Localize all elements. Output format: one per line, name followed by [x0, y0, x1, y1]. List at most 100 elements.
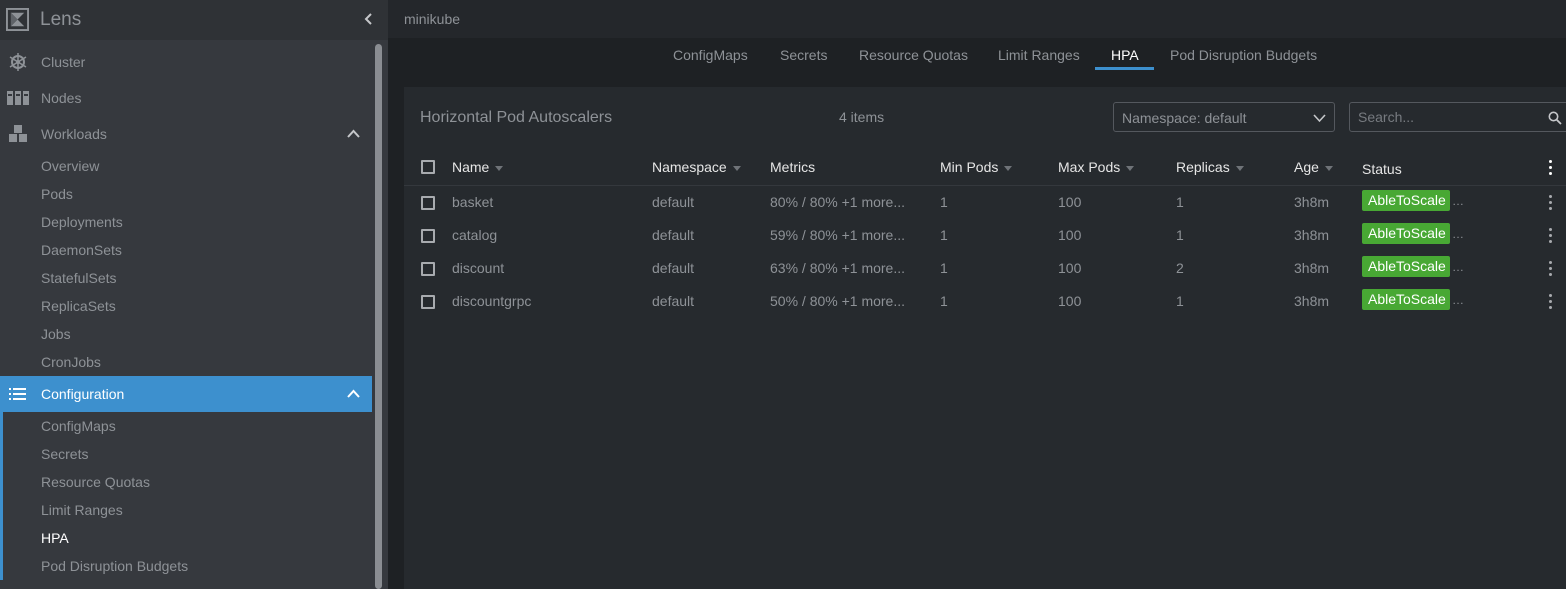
cell-max-pods: 100 — [1058, 227, 1082, 243]
table-row[interactable]: basket default 80% / 80% +1 more... 1 10… — [404, 186, 1566, 219]
table-row[interactable]: discountgrpc default 50% / 80% +1 more..… — [404, 285, 1566, 318]
sidebar-subitem-label: ConfigMaps — [41, 418, 116, 434]
sidebar-subitem-label: Deployments — [41, 214, 123, 230]
sidebar: Lens Cluster Nodes Workloads Overview Po… — [0, 0, 388, 589]
status-badge: AbleToScale — [1362, 256, 1450, 277]
sidebar-subitem-daemonsets[interactable]: DaemonSets — [0, 236, 372, 264]
column-header-status: Status — [1362, 161, 1402, 177]
collapse-sidebar-icon[interactable] — [362, 12, 376, 26]
sidebar-subitem-pods[interactable]: Pods — [0, 180, 372, 208]
row-menu-kebab-icon[interactable] — [1549, 261, 1553, 277]
table-menu-kebab-icon[interactable] — [1549, 160, 1553, 176]
lens-logo-icon — [6, 8, 29, 31]
sidebar-subitem-label: CronJobs — [41, 354, 101, 370]
sidebar-item-configuration[interactable]: Configuration — [0, 376, 372, 412]
sidebar-item-workloads[interactable]: Workloads — [0, 116, 372, 152]
sidebar-item-cluster[interactable]: Cluster — [0, 44, 372, 80]
sidebar-subitem-limit-ranges[interactable]: Limit Ranges — [0, 496, 372, 524]
row-menu-kebab-icon[interactable] — [1549, 294, 1553, 310]
search-icon[interactable] — [1548, 111, 1562, 125]
column-header-label: Min Pods — [940, 159, 999, 175]
sidebar-subitem-hpa[interactable]: HPA — [0, 524, 372, 552]
sidebar-item-label: Cluster — [41, 54, 86, 70]
namespace-select[interactable]: Namespace: default — [1113, 102, 1335, 132]
sidebar-item-nodes[interactable]: Nodes — [0, 80, 372, 116]
sidebar-subitem-label: Limit Ranges — [41, 502, 123, 518]
row-checkbox[interactable] — [421, 295, 435, 309]
top-bar: minikube — [388, 0, 1566, 38]
cell-replicas: 1 — [1176, 293, 1184, 309]
sidebar-subitem-label: ReplicaSets — [41, 298, 116, 314]
row-menu-kebab-icon[interactable] — [1549, 195, 1553, 211]
row-checkbox[interactable] — [421, 196, 435, 210]
sidebar-item-label: Nodes — [41, 90, 82, 106]
items-count: 4 items — [839, 109, 885, 125]
column-header-label: Replicas — [1176, 159, 1230, 175]
cell-name: discountgrpc — [452, 293, 532, 309]
cell-metrics: 59% / 80% +1 more... — [770, 227, 906, 243]
tab-hpa[interactable]: HPA — [1111, 47, 1139, 63]
row-checkbox[interactable] — [421, 262, 435, 276]
column-header-replicas[interactable]: Replicas — [1176, 159, 1244, 175]
sort-caret-icon — [495, 165, 504, 171]
column-header-label: Status — [1362, 161, 1402, 177]
table-header: Name Namespace Metrics Min Pods Max Pods… — [404, 149, 1566, 186]
cell-max-pods: 100 — [1058, 293, 1082, 309]
sidebar-subitem-configmaps[interactable]: ConfigMaps — [0, 412, 372, 440]
search-box[interactable] — [1349, 102, 1566, 132]
sidebar-subitem-secrets[interactable]: Secrets — [0, 440, 372, 468]
sidebar-subitem-deployments[interactable]: Deployments — [0, 208, 372, 236]
cell-replicas: 2 — [1176, 260, 1184, 276]
sidebar-subitem-label: Overview — [41, 158, 100, 174]
search-input[interactable] — [1358, 108, 1538, 126]
column-header-namespace[interactable]: Namespace — [652, 159, 741, 175]
sidebar-subitem-label: DaemonSets — [41, 242, 122, 258]
tab-pod-disruption-budgets[interactable]: Pod Disruption Budgets — [1170, 47, 1317, 63]
row-checkbox[interactable] — [421, 229, 435, 243]
status-more-ellipsis: … — [1452, 194, 1464, 208]
tab-limit-ranges[interactable]: Limit Ranges — [998, 47, 1080, 63]
cell-namespace: default — [652, 194, 695, 210]
sidebar-subitem-jobs[interactable]: Jobs — [0, 320, 372, 348]
namespace-select-value: Namespace: default — [1122, 110, 1247, 126]
table-row[interactable]: catalog default 59% / 80% +1 more... 1 1… — [404, 219, 1566, 252]
column-header-label: Age — [1294, 159, 1319, 175]
cell-namespace: default — [652, 293, 695, 309]
column-header-min-pods[interactable]: Min Pods — [940, 159, 1013, 175]
sidebar-scrollbar[interactable] — [375, 44, 382, 589]
cell-min-pods: 1 — [940, 194, 948, 210]
column-header-label: Metrics — [770, 159, 816, 175]
sidebar-subitem-label: StatefulSets — [41, 270, 117, 286]
column-header-name[interactable]: Name — [452, 159, 504, 175]
table-row[interactable]: discount default 63% / 80% +1 more... 1 … — [404, 252, 1566, 285]
sidebar-subitem-pod-disruption-budgets[interactable]: Pod Disruption Budgets — [0, 552, 372, 580]
cell-min-pods: 1 — [940, 227, 948, 243]
sidebar-subitem-replicasets[interactable]: ReplicaSets — [0, 292, 372, 320]
sidebar-subitem-statefulsets[interactable]: StatefulSets — [0, 264, 372, 292]
select-all-checkbox[interactable] — [421, 160, 435, 174]
cell-age: 3h8m — [1294, 293, 1330, 309]
chevron-up-icon[interactable] — [347, 388, 360, 400]
column-header-metrics: Metrics — [770, 159, 815, 175]
cell-namespace: default — [652, 260, 695, 276]
cell-replicas: 1 — [1176, 227, 1184, 243]
sidebar-subitem-resource-quotas[interactable]: Resource Quotas — [0, 468, 372, 496]
tab-secrets[interactable]: Secrets — [780, 47, 827, 63]
tab-configmaps[interactable]: ConfigMaps — [673, 47, 748, 63]
hpa-panel: Horizontal Pod Autoscalers 4 items Names… — [404, 87, 1566, 589]
status-badge: AbleToScale — [1362, 223, 1450, 244]
chevron-up-icon[interactable] — [347, 128, 360, 140]
column-header-max-pods[interactable]: Max Pods — [1058, 159, 1135, 175]
status-badge: AbleToScale — [1362, 190, 1450, 211]
tab-bar: ConfigMaps Secrets Resource Quotas Limit… — [388, 38, 1566, 72]
sidebar-subitem-overview[interactable]: Overview — [0, 152, 372, 180]
sidebar-subitem-label: Resource Quotas — [41, 474, 150, 490]
row-menu-kebab-icon[interactable] — [1549, 228, 1553, 244]
column-header-age[interactable]: Age — [1294, 159, 1333, 175]
panel-title: Horizontal Pod Autoscalers — [420, 109, 613, 126]
cell-replicas: 1 — [1176, 194, 1184, 210]
tab-resource-quotas[interactable]: Resource Quotas — [859, 47, 968, 63]
sidebar-subitem-cronjobs[interactable]: CronJobs — [0, 348, 372, 376]
cell-metrics: 63% / 80% +1 more... — [770, 260, 906, 276]
sidebar-header: Lens — [0, 0, 388, 40]
